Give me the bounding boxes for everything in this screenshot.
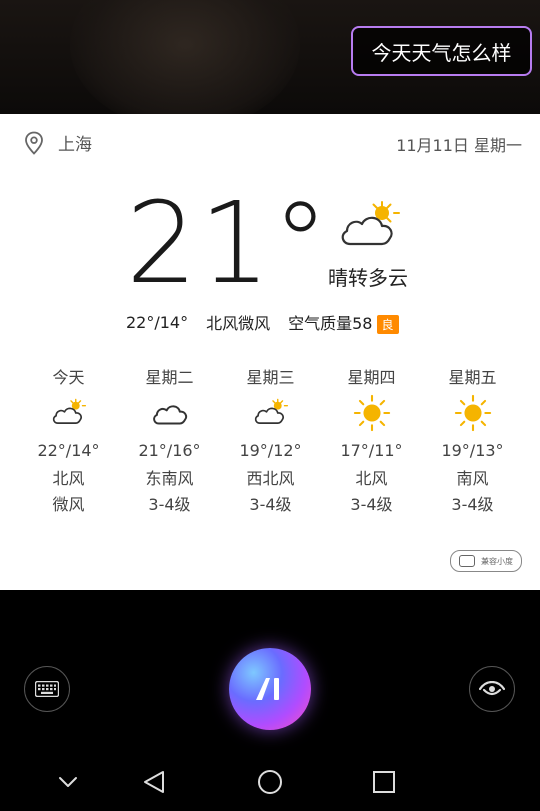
forecast-wind-level: 3-4级	[249, 495, 292, 514]
ai-logo-icon	[256, 678, 279, 700]
forecast-day-name: 星期五	[448, 368, 497, 387]
forecast-wind-level: 微风	[52, 495, 85, 514]
voice-assistant-button[interactable]	[229, 648, 311, 730]
weather-card[interactable]: 上海 11月11日 星期一 21° 晴转多云 22°/14° 北风微风 空气质量…	[0, 114, 540, 590]
nav-back-button[interactable]	[134, 762, 174, 802]
voice-query-bubble: 今天天气怎么样	[351, 26, 532, 76]
forecast-row: 今天 22°/14° 北风 微风 星期二 21°/16° 东南风 3-4级 星期…	[18, 364, 523, 518]
forecast-wind-direction: 西北风	[246, 469, 295, 488]
forecast-day: 星期五 19°/13° 南风 3-4级	[422, 364, 523, 518]
forecast-wind-direction: 北风	[355, 469, 388, 488]
forecast-temp: 19°/12°	[239, 441, 302, 460]
forecast-day-name: 星期四	[347, 368, 396, 387]
today-temp-range: 22°/14°	[126, 312, 189, 332]
back-triangle-icon	[144, 770, 164, 793]
keyboard-icon	[35, 681, 59, 697]
forecast-day: 今天 22°/14° 北风 微风	[18, 364, 119, 518]
home-circle-icon	[258, 769, 282, 794]
nav-home-button[interactable]	[250, 762, 290, 802]
forecast-temp: 19°/13°	[441, 441, 504, 460]
air-quality: 空气质量58 良	[288, 310, 399, 334]
nav-recents-button[interactable]	[364, 762, 404, 802]
lens-button[interactable]	[469, 666, 515, 712]
forecast-wind-direction: 南风	[456, 469, 489, 488]
date-label: 11月11日 星期一	[396, 136, 522, 155]
keyboard-button[interactable]	[24, 666, 70, 712]
partly-cloudy-icon	[52, 398, 86, 424]
forecast-day: 星期二 21°/16° 东南风 3-4级	[119, 364, 220, 518]
forecast-day-name: 星期二	[145, 368, 194, 387]
current-details: 22°/14° 北风微风 空气质量58 良	[126, 310, 399, 334]
forecast-day: 星期三 19°/12° 西北风 3-4级	[220, 364, 321, 518]
sunny-icon	[454, 394, 491, 432]
forecast-wind-direction: 东南风	[145, 469, 194, 488]
chevron-down-icon	[59, 776, 77, 787]
brand-badge: 兼容小度	[450, 550, 522, 572]
forecast-day: 星期四 17°/11° 北风 3-4级	[321, 364, 422, 518]
forecast-wind-level: 3-4级	[148, 495, 191, 514]
forecast-day-name: 星期三	[246, 368, 295, 387]
forecast-wind-level: 3-4级	[451, 495, 494, 514]
recents-square-icon	[373, 770, 395, 793]
forecast-wind-level: 3-4级	[350, 495, 393, 514]
current-temperature: 21°	[126, 179, 331, 309]
forecast-day-name: 今天	[52, 368, 85, 387]
sunny-icon	[353, 394, 390, 432]
current-condition: 晴转多云	[328, 266, 408, 290]
partly-cloudy-icon	[254, 398, 288, 424]
xiaodu-logo-icon	[459, 555, 475, 567]
background-face-image	[70, 0, 300, 114]
forecast-temp: 21°/16°	[138, 441, 201, 460]
brand-label: 兼容小度	[481, 556, 513, 566]
partly-cloudy-icon	[341, 201, 400, 246]
forecast-temp: 22°/14°	[37, 441, 100, 460]
forecast-wind-direction: 北风	[52, 469, 85, 488]
cloudy-icon	[152, 405, 187, 425]
eye-lens-icon	[479, 681, 505, 696]
air-quality-label: 空气质量58	[288, 314, 373, 333]
location-row: 上海	[24, 130, 92, 155]
forecast-temp: 17°/11°	[340, 441, 403, 460]
location-pin-icon	[25, 131, 43, 155]
nav-collapse-button[interactable]	[48, 762, 88, 802]
system-navigation-bar	[0, 752, 540, 811]
aqi-level-badge: 良	[376, 315, 399, 334]
current-wind: 北风微风	[206, 314, 271, 333]
city-label: 上海	[58, 135, 92, 155]
camera-background: 今天天气怎么样	[0, 0, 540, 114]
